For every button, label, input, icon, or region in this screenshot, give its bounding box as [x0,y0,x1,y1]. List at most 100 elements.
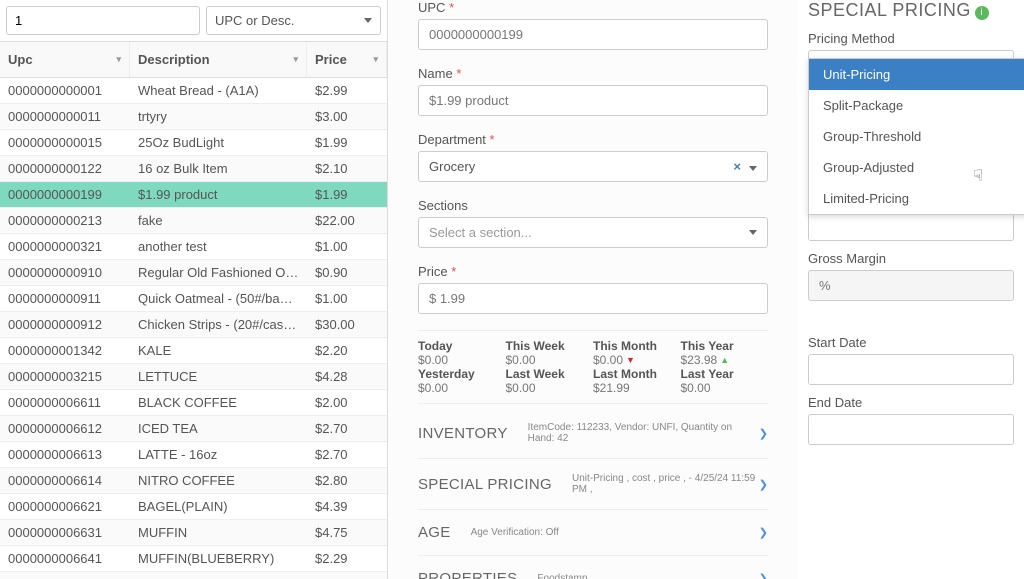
cell-price: $3.00 [307,104,387,129]
table-header: Upc▾ Description▾ Price▾ [0,41,387,78]
price-label: Price * [418,264,768,279]
stat-item: Last Year$0.00 [681,367,769,395]
search-input[interactable] [6,6,200,35]
stat-value: $0.00 [506,353,594,367]
stat-item: This Week$0.00 [506,339,594,367]
department-select[interactable]: Grocery × [418,151,768,182]
table-row[interactable]: 0000000000911Quick Oatmeal - (50#/bag) -… [0,286,387,312]
cell-price: $2.20 [307,338,387,363]
table-row[interactable]: 000000000012216 oz Bulk Item$2.10 [0,156,387,182]
stat-item: Last Week$0.00 [506,367,594,395]
column-header-upc[interactable]: Upc▾ [0,42,130,77]
table-row[interactable]: 0000000006621BAGEL(PLAIN)$4.39 [0,494,387,520]
table-row[interactable]: 0000000000011trtyry$3.00 [0,104,387,130]
name-field[interactable] [418,85,768,116]
table-row[interactable]: 0000000000001Wheat Bread - (A1A)$2.99 [0,78,387,104]
trend-down-icon: ▼ [626,355,635,365]
chevron-right-icon: ❯ [759,478,768,491]
cell-description: MUFFIN(BLUEBERRY) [130,546,307,571]
price-field[interactable] [418,283,768,314]
table-row[interactable]: 0000000006613LATTE - 16oz$2.70 [0,442,387,468]
pricing-method-option[interactable]: Group-Adjusted [809,152,1024,183]
cell-description: MUFFIN [130,520,307,545]
table-row[interactable]: 0000000000199$1.99 product$1.99 [0,182,387,208]
table-row[interactable]: 0000000003215LETTUCE$4.28 [0,364,387,390]
pricing-method-option[interactable]: Group-Threshold☟ [809,121,1024,152]
table-row[interactable]: 0000000000213fake$22.00 [0,208,387,234]
table-row[interactable]: 0000000001342KALE$2.20 [0,338,387,364]
table-row[interactable]: 0000000006614NITRO COFFEE$2.80 [0,468,387,494]
chevron-right-icon: ❯ [759,526,768,539]
table-row[interactable]: 0000000000912Chicken Strips - (20#/case)… [0,312,387,338]
table-row[interactable]: 0000000000321another test$1.00 [0,234,387,260]
cell-upc: 0000000006613 [0,442,130,467]
cell-description: NITRO COFFEE [130,468,307,493]
table-row[interactable]: 0000000000910Regular Old Fashioned Oatme… [0,260,387,286]
trend-up-icon: ▲ [720,355,729,365]
cell-description: fake [130,208,307,233]
cell-upc: 0000000006614 [0,468,130,493]
cell-upc: 0000000000213 [0,208,130,233]
cell-price: $1.99 [307,182,387,207]
clear-icon[interactable]: × [733,159,741,174]
accordion-meta: ItemCode: 112233, Vendor: UNFI, Quantity… [508,422,759,444]
table-row[interactable]: 0000000006612ICED TEA$2.70 [0,416,387,442]
cell-description: LETTUCE [130,364,307,389]
cell-description: Wheat Bread - (A1A) [130,78,307,103]
stat-value: $0.00 [506,381,594,395]
stat-label: This Month [593,339,681,353]
stat-label: Last Year [681,367,769,381]
cell-description: BLACK COFFEE [130,390,307,415]
table-row[interactable]: 0000000006671PUDDING(VANILLA)$9.99 [0,572,387,579]
accordion-title: AGE [418,524,451,541]
stat-label: This Year [681,339,769,353]
accordion-section[interactable]: AGEAge Verification: Off❯ [418,510,768,556]
upc-label: UPC * [418,0,768,15]
product-detail-panel: UPC * Name * Department * Grocery × Sect… [388,0,798,579]
stat-value: $0.00 ▼ [593,353,681,367]
accordion-meta: Foodstamp [517,573,758,579]
sections-select[interactable]: Select a section... [418,217,768,248]
end-date-field[interactable] [808,414,1014,445]
pricing-method-option[interactable]: Unit-Pricing [809,59,1024,90]
sales-stats: Today$0.00 This Week$0.00 This Month$0.0… [418,330,768,404]
chevron-down-icon [749,230,757,235]
start-date-label: Start Date [808,335,1014,350]
cell-description: KALE [130,338,307,363]
cell-price: $1.00 [307,234,387,259]
column-header-description[interactable]: Description▾ [130,42,307,77]
chevron-down-icon [364,18,372,23]
cell-upc: 0000000000015 [0,130,130,155]
cell-price: $4.28 [307,364,387,389]
cell-upc: 0000000000001 [0,78,130,103]
cell-description: 25Oz BudLight [130,130,307,155]
gross-margin-field[interactable] [808,270,1014,301]
table-row[interactable]: 0000000006641MUFFIN(BLUEBERRY)$2.29 [0,546,387,572]
accordion-section[interactable]: SPECIAL PRICINGUnit-Pricing , cost , pri… [418,459,768,510]
stat-value: $0.00 [418,381,506,395]
stat-value: $23.98 ▲ [681,353,769,367]
pricing-method-label: Pricing Method [808,31,1014,46]
stat-value: $0.00 [418,353,506,367]
table-row[interactable]: 000000000001525Oz BudLight$1.99 [0,130,387,156]
start-date-field[interactable] [808,354,1014,385]
pricing-method-options: Unit-PricingSplit-PackageGroup-Threshold… [808,58,1024,215]
pricing-method-option[interactable]: Limited-Pricing [809,183,1024,214]
chevron-down-icon [749,166,757,171]
upc-field[interactable] [418,19,768,50]
cell-upc: 0000000000321 [0,234,130,259]
cell-description: BAGEL(PLAIN) [130,494,307,519]
cell-upc: 0000000006671 [0,572,130,579]
end-date-label: End Date [808,395,1014,410]
department-label: Department * [418,132,768,147]
table-row[interactable]: 0000000006611BLACK COFFEE$2.00 [0,390,387,416]
search-filter-dropdown[interactable]: UPC or Desc. [206,6,381,35]
pricing-method-option[interactable]: Split-Package [809,90,1024,121]
accordion-section[interactable]: PROPERTIESFoodstamp❯ [418,556,768,579]
stat-item: Today$0.00 [418,339,506,367]
special-pricing-title: SPECIAL PRICING i [808,0,1014,21]
accordion-section[interactable]: INVENTORYItemCode: 112233, Vendor: UNFI,… [418,408,768,459]
info-icon[interactable]: i [975,6,989,20]
table-row[interactable]: 0000000006631MUFFIN$4.75 [0,520,387,546]
column-header-price[interactable]: Price▾ [307,42,387,77]
